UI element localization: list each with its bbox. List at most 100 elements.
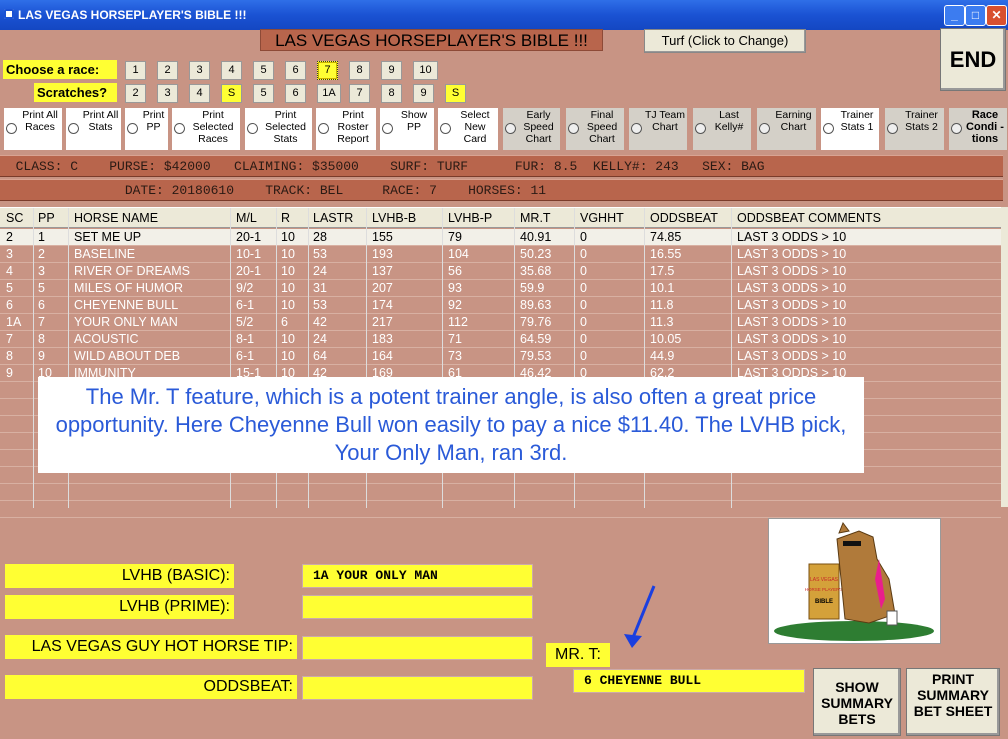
option-2[interactable]: Print All Stats (66, 108, 121, 150)
minimize-button[interactable]: _ (944, 5, 965, 26)
radio-icon[interactable] (440, 123, 451, 134)
table-row[interactable]: 6 6 CHEYENNE BULL 6-1 10 53 174 92 89.63 0 11.8 LAS… (0, 297, 1001, 314)
radio-icon[interactable] (247, 123, 258, 134)
radio-icon[interactable] (568, 123, 579, 134)
scratch-button-1[interactable]: 2 (125, 84, 146, 103)
option-10[interactable]: Final Speed Chart (566, 108, 624, 150)
scratch-button-2[interactable]: 3 (157, 84, 178, 103)
race-button-4[interactable]: 4 (221, 61, 242, 80)
table-cell: 183 (372, 332, 393, 346)
column-header[interactable]: SC (6, 211, 23, 225)
scratch-button-6[interactable]: 6 (285, 84, 306, 103)
table-row[interactable]: 3 2 BASELINE 10-1 10 53 193 104 50.23 0 16.55 LAST … (0, 246, 1001, 263)
table-cell: WILD ABOUT DEB (74, 349, 181, 363)
scratch-button-9[interactable]: 8 (381, 84, 402, 103)
table-cell: 11.3 (650, 315, 674, 329)
radio-icon[interactable] (759, 123, 770, 134)
option-4[interactable]: Print Selected Races (172, 108, 240, 150)
radio-icon[interactable] (823, 123, 834, 134)
race-button-7[interactable]: 7 (317, 61, 338, 80)
radio-icon[interactable] (382, 123, 393, 134)
option-8[interactable]: Select New Card (438, 108, 498, 150)
table-cell: 0 (580, 281, 587, 295)
close-button[interactable]: ✕ (986, 5, 1007, 26)
turf-button[interactable]: Turf (Click to Change) (644, 29, 806, 53)
scratch-button-7[interactable]: 1A (317, 84, 341, 103)
show-summary-bets-button[interactable]: SHOW SUMMARY BETS (813, 668, 901, 736)
table-row[interactable]: 5 5 MILES OF HUMOR 9/2 10 31 207 93 59.9 0 10.1 LAS… (0, 280, 1001, 297)
radio-icon[interactable] (174, 123, 185, 134)
race-button-6[interactable]: 6 (285, 61, 306, 80)
race-button-5[interactable]: 5 (253, 61, 274, 80)
radio-icon[interactable] (68, 123, 79, 134)
table-cell: 10 (281, 281, 295, 295)
option-6[interactable]: Print Roster Report (316, 108, 376, 150)
radio-icon[interactable] (505, 123, 516, 134)
print-summary-bet-sheet-button[interactable]: PRINT SUMMARY BET SHEET (906, 668, 1000, 736)
radio-icon[interactable] (631, 123, 642, 134)
radio-icon[interactable] (127, 123, 138, 134)
annotation-box: The Mr. T feature, which is a potent tra… (38, 377, 864, 473)
option-7[interactable]: Show PP (380, 108, 434, 150)
scratch-button-4[interactable]: S (221, 84, 242, 103)
column-header[interactable]: VGHHT (580, 211, 624, 225)
mr-t-field[interactable]: 6 CHEYENNE BULL (573, 669, 805, 693)
column-header[interactable]: LVHB-P (448, 211, 492, 225)
table-row[interactable]: 1A 7 YOUR ONLY MAN 5/2 6 42 217 112 79.76 0 11.3 LA… (0, 314, 1001, 331)
option-9[interactable]: Early Speed Chart (503, 108, 560, 150)
radio-icon[interactable] (318, 123, 329, 134)
race-button-10[interactable]: 10 (413, 61, 438, 80)
column-header[interactable]: LASTR (313, 211, 353, 225)
column-header[interactable]: MR.T (520, 211, 551, 225)
option-12[interactable]: Last Kelly# (693, 108, 751, 150)
table-row[interactable]: 4 3 RIVER OF DREAMS 20-1 10 24 137 56 35.68 0 17.5… (0, 263, 1001, 280)
scratch-button-8[interactable]: 7 (349, 84, 370, 103)
option-5[interactable]: Print Selected Stats (245, 108, 312, 150)
column-header[interactable]: ODDSBEAT COMMENTS (737, 211, 881, 225)
radio-icon[interactable] (6, 123, 17, 134)
table-row[interactable]: 2 1 SET ME UP 20-1 10 28 155 79 40.91 0 74.85 LAST … (0, 229, 1001, 246)
column-header[interactable]: ODDSBEAT (650, 211, 718, 225)
table-cell: 9 (38, 349, 45, 363)
column-header[interactable]: R (281, 211, 290, 225)
race-button-3[interactable]: 3 (189, 61, 210, 80)
table-row[interactable]: 7 8 ACOUSTIC 8-1 10 24 183 71 64.59 0 10.05 LAST 3 … (0, 331, 1001, 348)
radio-icon[interactable] (887, 123, 898, 134)
lvhb-prime-field[interactable] (302, 595, 533, 619)
column-header[interactable]: PP (38, 211, 55, 225)
radio-icon[interactable] (695, 123, 706, 134)
option-13[interactable]: Earning Chart (757, 108, 816, 150)
scratch-button-11[interactable]: S (445, 84, 466, 103)
hot-horse-tip-field[interactable] (302, 636, 533, 660)
scratch-button-3[interactable]: 4 (189, 84, 210, 103)
table-cell: 0 (580, 298, 587, 312)
race-button-2[interactable]: 2 (157, 61, 178, 80)
lvhb-basic-field[interactable]: 1A YOUR ONLY MAN (302, 564, 533, 588)
radio-icon[interactable] (951, 123, 962, 134)
table-header: SC PP HORSE NAME M/L R LASTR LVHB-B LVHB-P MR.T V… (0, 208, 1001, 228)
option-1[interactable]: Print All Races (4, 108, 62, 150)
race-button-1[interactable]: 1 (125, 61, 146, 80)
table-cell: 9 (6, 366, 13, 380)
column-header[interactable]: M/L (236, 211, 257, 225)
end-button[interactable]: END (940, 28, 1006, 91)
table-cell: 104 (448, 247, 469, 261)
column-header[interactable]: HORSE NAME (74, 211, 158, 225)
maximize-button[interactable]: □ (965, 5, 986, 26)
scratch-button-5[interactable]: 5 (253, 84, 274, 103)
scratch-button-10[interactable]: 9 (413, 84, 434, 103)
table-scrollbar[interactable] (1001, 207, 1008, 507)
race-button-9[interactable]: 9 (381, 61, 402, 80)
column-header[interactable]: LVHB-B (372, 211, 416, 225)
option-16[interactable]: Race Condi -tions (949, 108, 1007, 150)
option-14[interactable]: Trainer Stats 1 (821, 108, 879, 150)
option-15[interactable]: Trainer Stats 2 (885, 108, 944, 150)
option-11[interactable]: TJ Team Chart (629, 108, 687, 150)
oddsbeat-field[interactable] (302, 676, 533, 700)
app-icon (4, 9, 14, 19)
empty-table-row (0, 484, 1001, 501)
table-row[interactable]: 8 9 WILD ABOUT DEB 6-1 10 64 164 73 79.53 0 44.9 LA… (0, 348, 1001, 365)
option-label: Earning Chart (775, 109, 812, 133)
race-button-8[interactable]: 8 (349, 61, 370, 80)
option-3[interactable]: Print PP (125, 108, 168, 150)
